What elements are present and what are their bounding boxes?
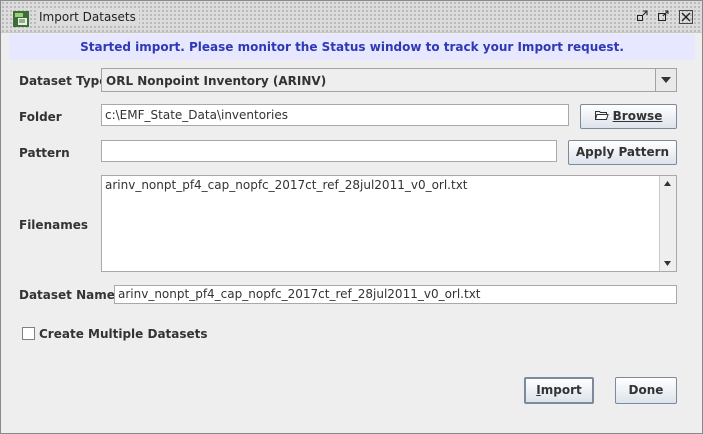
title-bar[interactable]: Import Datasets (1, 1, 702, 33)
create-multiple-datasets-label[interactable]: Create Multiple Datasets (39, 327, 208, 341)
import-datasets-window: Import Datasets Started import. Please m… (0, 0, 703, 434)
scroll-up-icon[interactable] (660, 176, 675, 191)
maximize-icon[interactable] (655, 10, 670, 25)
apply-pattern-button[interactable]: Apply Pattern (568, 140, 677, 165)
create-multiple-datasets-checkbox[interactable] (22, 327, 35, 340)
import-button[interactable]: Import (524, 377, 594, 404)
dataset-type-value: ORL Nonpoint Inventory (ARINV) (106, 74, 327, 88)
dataset-names-field[interactable]: arinv_nonpt_pf4_cap_nopfc_2017ct_ref_28j… (114, 285, 677, 304)
scroll-down-icon[interactable] (660, 256, 675, 271)
restore-icon[interactable] (634, 10, 649, 25)
pattern-label: Pattern (19, 146, 70, 160)
close-icon[interactable] (679, 10, 693, 24)
browse-label: Browse (612, 109, 663, 123)
folder-label: Folder (19, 110, 62, 124)
import-label: Import (536, 383, 582, 397)
pattern-field[interactable] (101, 140, 557, 162)
browse-button[interactable]: Browse (580, 104, 677, 129)
status-banner: Started import. Please monitor the Statu… (9, 34, 695, 60)
filenames-scrollbar[interactable] (659, 176, 676, 271)
emf-app-icon (12, 10, 30, 28)
window-title: Import Datasets (37, 10, 139, 24)
folder-icon (594, 105, 609, 128)
filenames-textarea[interactable]: arinv_nonpt_pf4_cap_nopfc_2017ct_ref_28j… (101, 175, 677, 272)
filenames-value: arinv_nonpt_pf4_cap_nopfc_2017ct_ref_28j… (105, 178, 468, 192)
filenames-label: Filenames (19, 218, 88, 232)
done-button[interactable]: Done (615, 377, 677, 404)
dataset-type-label: Dataset Type (19, 74, 108, 88)
folder-field[interactable]: c:\EMF_State_Data\inventories (101, 104, 569, 126)
chevron-down-icon[interactable] (655, 69, 676, 91)
dataset-names-label: Dataset Names (19, 288, 123, 302)
dataset-type-dropdown[interactable]: ORL Nonpoint Inventory (ARINV) (101, 68, 677, 92)
